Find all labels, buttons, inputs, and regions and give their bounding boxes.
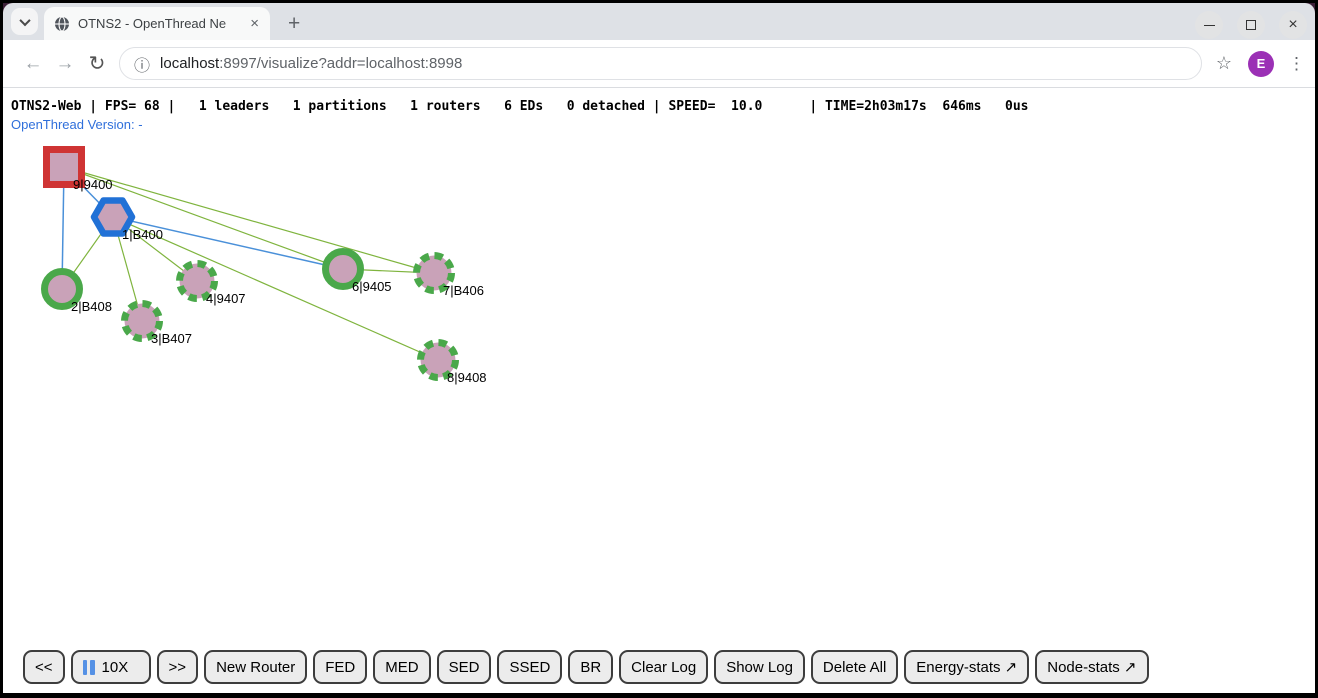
maximize-icon [1246, 20, 1256, 30]
simulation-status-bar: OTNS2-Web | FPS= 68 | 1 leaders 1 partit… [3, 88, 1315, 114]
browser-window: OTNS2 - OpenThread Ne × + × ← → ↻ ⓘ loca… [3, 3, 1315, 693]
network-canvas: 9|94001|B4002|B4083|B4074|94076|94057|B4… [3, 88, 1315, 648]
network-node-1[interactable] [94, 201, 132, 234]
node-label-7: 7|B406 [443, 283, 484, 298]
speed-label: 10X [102, 659, 129, 676]
browser-menu-icon[interactable]: ⋮ [1288, 54, 1305, 74]
network-node-6[interactable] [326, 252, 361, 287]
info-icon[interactable]: ⓘ [134, 52, 150, 76]
reload-button[interactable]: ↻ [81, 51, 113, 76]
address-bar[interactable]: ⓘ localhost:8997/visualize?addr=localhos… [119, 47, 1202, 80]
globe-favicon-icon [54, 16, 70, 32]
network-node-4[interactable] [180, 264, 215, 299]
maximize-button[interactable] [1237, 11, 1265, 39]
pause-icon [83, 660, 95, 675]
new-router-button[interactable]: New Router [204, 650, 307, 684]
network-node-8[interactable] [421, 343, 456, 378]
network-link-1-8 [113, 217, 438, 360]
node-label-3: 3|B407 [151, 331, 192, 346]
minimize-icon [1204, 25, 1215, 26]
pause-speed-button[interactable]: 10X [71, 650, 151, 684]
sed-button[interactable]: SED [437, 650, 492, 684]
network-node-3[interactable] [125, 304, 160, 339]
speed-down-button[interactable]: << [23, 650, 65, 684]
network-node-2[interactable] [45, 272, 80, 307]
speed-up-button[interactable]: >> [157, 650, 199, 684]
url-host: localhost [160, 55, 219, 72]
profile-avatar[interactable]: E [1248, 51, 1274, 77]
network-link-1-6 [113, 217, 343, 269]
network-node-7[interactable] [417, 256, 452, 291]
tab-strip: OTNS2 - OpenThread Ne × + × [3, 3, 1315, 40]
openthread-version-label: OpenThread Version: - [3, 114, 1315, 132]
bookmark-star-icon[interactable]: ☆ [1216, 53, 1232, 74]
energy-stats-button[interactable]: Energy-stats ↗ [904, 650, 1029, 684]
page-content: OTNS2-Web | FPS= 68 | 1 leaders 1 partit… [3, 88, 1315, 692]
show-log-button[interactable]: Show Log [714, 650, 805, 684]
clear-log-button[interactable]: Clear Log [619, 650, 708, 684]
close-button[interactable]: × [1279, 11, 1307, 39]
delete-all-button[interactable]: Delete All [811, 650, 898, 684]
url-path: :8997/visualize?addr=localhost:8998 [219, 55, 462, 72]
browser-toolbar: ← → ↻ ⓘ localhost:8997/visualize?addr=lo… [3, 40, 1315, 88]
back-button[interactable]: ← [17, 53, 49, 75]
ssed-button[interactable]: SSED [497, 650, 562, 684]
node-label-4: 4|9407 [206, 291, 246, 306]
url-text: localhost:8997/visualize?addr=localhost:… [160, 55, 462, 72]
forward-button[interactable]: → [49, 53, 81, 75]
tab-close-icon[interactable]: × [247, 16, 262, 31]
action-bar: << 10X >> New Router FED MED SED SSED BR… [23, 650, 1149, 684]
network-node-9[interactable] [47, 150, 82, 185]
new-tab-button[interactable]: + [282, 13, 306, 34]
med-button[interactable]: MED [373, 650, 430, 684]
tab-search-button[interactable] [11, 8, 38, 35]
node-stats-button[interactable]: Node-stats ↗ [1035, 650, 1148, 684]
tab-title: OTNS2 - OpenThread Ne [78, 16, 247, 31]
tab-otns2[interactable]: OTNS2 - OpenThread Ne × [44, 7, 270, 40]
chevron-down-icon [19, 14, 30, 25]
br-button[interactable]: BR [568, 650, 613, 684]
close-icon: × [1288, 17, 1297, 33]
window-controls: × [1195, 11, 1307, 39]
minimize-button[interactable] [1195, 11, 1223, 39]
node-label-8: 8|9408 [447, 370, 487, 385]
fed-button[interactable]: FED [313, 650, 367, 684]
